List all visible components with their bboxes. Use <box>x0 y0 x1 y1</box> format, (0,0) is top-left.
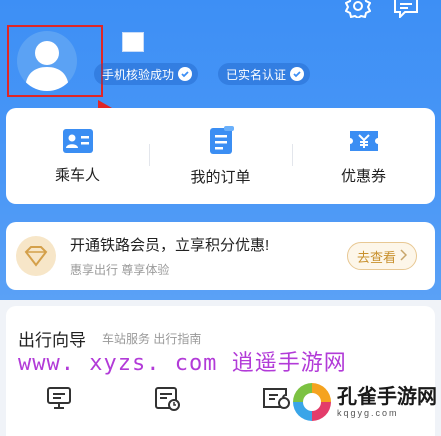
membership-subtitle: 惠享出行 尊享体验 <box>70 263 170 277</box>
passenger-card-icon <box>62 128 93 153</box>
top-right-actions <box>345 0 419 18</box>
membership-title: 开通铁路会员，立享积分优惠! <box>70 237 270 254</box>
username-placeholder <box>122 32 144 52</box>
quick-action-label: 我的订单 <box>190 168 251 186</box>
view-membership-button[interactable]: 去查看 <box>347 242 417 270</box>
quick-actions-card: 乘车人 我的订单 优惠券 <box>6 108 435 204</box>
realname-verified-badge: 已实名认证 <box>218 63 311 85</box>
site-watermark: www. xyzs. com 逍遥手游网 <box>18 345 347 377</box>
message-icon[interactable] <box>393 0 419 18</box>
logo-watermark-domain: kqgyg.com <box>337 407 399 418</box>
phone-verified-label: 手机核验成功 <box>102 67 175 82</box>
check-icon <box>178 67 193 81</box>
avatar-highlight-box <box>7 25 103 97</box>
phone-verified-badge: 手机核验成功 <box>94 63 199 85</box>
peacock-logo-icon <box>293 382 331 421</box>
quick-action-coupons[interactable]: 优惠券 <box>292 108 435 204</box>
logo-watermark: 孔雀手游网 kqgyg.com <box>291 378 441 425</box>
user-silhouette-icon <box>25 41 69 91</box>
diamond-icon <box>16 236 56 276</box>
membership-banner[interactable]: 开通铁路会员，立享积分优惠! 惠享出行 尊享体验 去查看 <box>6 222 435 290</box>
realname-verified-label: 已实名认证 <box>226 67 287 82</box>
coupon-ticket-icon <box>349 130 378 151</box>
view-membership-label: 去查看 <box>356 249 396 265</box>
watermark-url: www. xyzs. com <box>18 351 218 376</box>
quick-action-label: 优惠券 <box>340 167 386 185</box>
check-icon <box>290 67 305 81</box>
chevron-right-icon <box>400 248 408 264</box>
screen-icon[interactable] <box>46 386 72 415</box>
avatar[interactable] <box>17 31 77 91</box>
settings-gear-icon[interactable] <box>345 0 371 18</box>
order-document-icon <box>209 125 234 154</box>
quick-action-passengers[interactable]: 乘车人 <box>6 108 149 204</box>
watermark-cn: 逍遥手游网 <box>231 351 347 376</box>
ticket-clock-icon[interactable] <box>262 386 292 415</box>
schedule-icon[interactable] <box>154 386 182 417</box>
quick-action-label: 乘车人 <box>54 166 100 184</box>
logo-watermark-title: 孔雀手游网 <box>337 385 437 408</box>
quick-action-orders[interactable]: 我的订单 <box>149 108 292 204</box>
